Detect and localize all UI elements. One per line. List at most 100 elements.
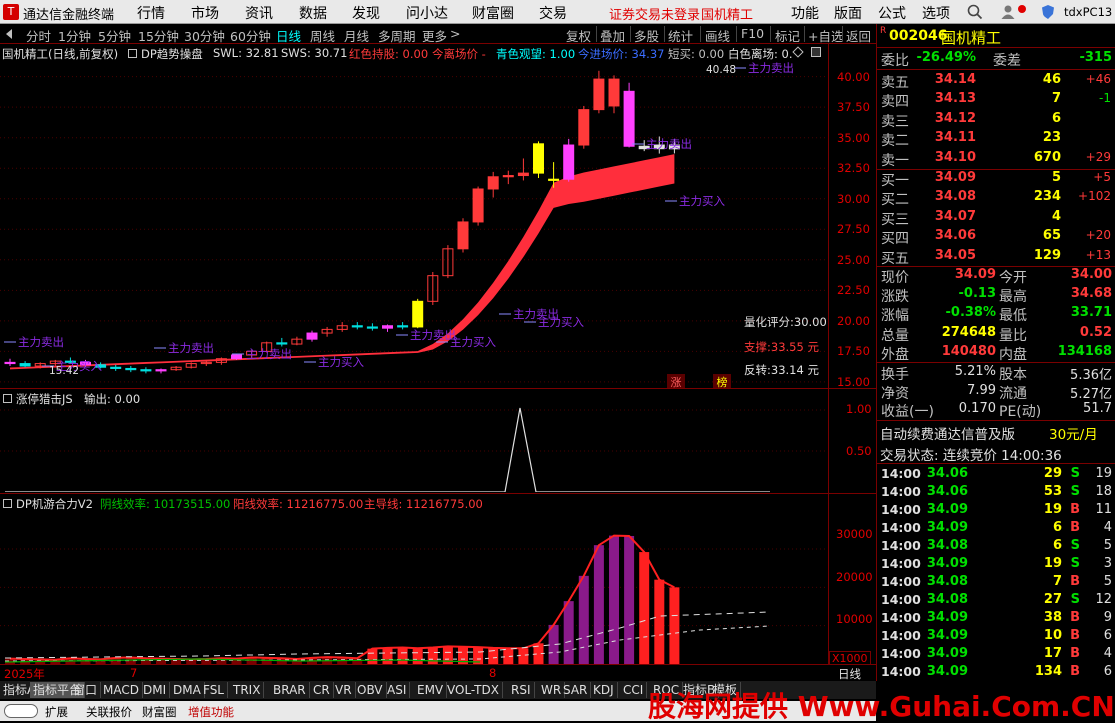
toolbar-button[interactable]: 画线 [705, 26, 730, 45]
bottom-tab[interactable]: TRIX [230, 682, 265, 698]
tick-row[interactable]: 14:00 34.09 10 B 6 [877, 627, 1115, 645]
tab-period[interactable]: 60分钟 [230, 26, 271, 45]
tab-period[interactable]: 1分钟 [58, 26, 91, 45]
tab-period[interactable]: 更多 [422, 26, 447, 45]
menu-item[interactable]: 行情 [137, 3, 165, 23]
tab-wealth-circle[interactable]: 财富圈 [142, 704, 177, 720]
order-book-row[interactable]: 买五 34.05 129 +13 [877, 248, 1115, 267]
bottom-tab[interactable]: BRAR [270, 682, 310, 698]
bottom-tab[interactable]: SAR [560, 682, 592, 698]
order-book-row[interactable]: 卖五 34.14 46 +46 [877, 72, 1115, 91]
order-book-row[interactable]: 买二 34.08 234 +102 [877, 189, 1115, 208]
tab-period[interactable]: 周线 [310, 26, 335, 45]
tick-row[interactable]: 14:00 34.09 6 B 4 [877, 519, 1115, 537]
menu-item-options[interactable]: 选项 [922, 3, 950, 23]
more-arrow-icon[interactable]: > [450, 26, 460, 41]
collapse-left-icon[interactable] [3, 27, 15, 41]
bottom-tab[interactable]: VR [332, 682, 356, 698]
order-book-row[interactable]: 买三 34.07 4 [877, 209, 1115, 228]
ad-text[interactable]: 自动续费通达信普及版 [880, 423, 1015, 443]
shield-icon[interactable] [1040, 4, 1056, 20]
bottom-tab[interactable]: CR [310, 682, 334, 698]
tab-period[interactable]: 30分钟 [184, 26, 225, 45]
menu-item[interactable]: 数据 [299, 3, 327, 23]
order-book-row[interactable]: 买一 34.09 5 +5 [877, 170, 1115, 189]
tab-related-quote[interactable]: 关联报价 [86, 704, 132, 720]
chart-title: 国机精工(日线,前复权) [2, 47, 119, 61]
bottom-tab[interactable]: RSI [508, 682, 535, 698]
limit-up-marker[interactable]: 涨 [667, 374, 685, 389]
menu-item-function[interactable]: 功能 [791, 3, 819, 23]
toolbar-button[interactable]: F10 [741, 26, 764, 41]
toolbar-button[interactable]: 复权 [566, 26, 591, 45]
panel3-title[interactable]: DP机游合力V2 [16, 496, 93, 512]
menu-item[interactable]: 交易 [539, 3, 567, 23]
bottom-tab[interactable]: KDJ [590, 682, 618, 698]
ad-price[interactable]: 30元/月 [1049, 423, 1098, 443]
tick-row[interactable]: 14:00 34.09 134 B 6 [877, 663, 1115, 681]
tick-row[interactable]: 14:00 34.09 19 B 11 [877, 501, 1115, 519]
toolbar-button[interactable]: 统计 [668, 26, 693, 45]
tab-period-active[interactable]: 日线 [276, 26, 301, 45]
rank-marker[interactable]: 榜 [713, 374, 731, 389]
capital-flow-chart[interactable] [0, 512, 828, 664]
tab-period[interactable]: 15分钟 [138, 26, 179, 45]
tab-extend[interactable]: 扩展 [45, 704, 68, 720]
order-book-row[interactable]: 卖二 34.11 23 [877, 130, 1115, 149]
bottom-tab[interactable]: VOL-TDX [444, 682, 503, 698]
menu-item[interactable]: 发现 [352, 3, 380, 23]
bottom-tab[interactable]: FSL [200, 682, 228, 698]
app-logo-icon: T [3, 4, 19, 20]
tab-period[interactable]: 分时 [26, 26, 51, 45]
menu-item[interactable]: 问小达 [406, 3, 448, 23]
tick-row[interactable]: 14:00 34.06 29 S 19 [877, 465, 1115, 483]
bottom-tab[interactable]: DMI [140, 682, 171, 698]
candle-body [397, 325, 409, 328]
tick-row[interactable]: 14:00 34.06 53 S 18 [877, 483, 1115, 501]
order-book-row[interactable]: 卖三 34.12 6 [877, 111, 1115, 130]
indicator-toggle-icon[interactable] [3, 499, 12, 508]
order-book-row[interactable]: 卖一 34.10 670 +29 [877, 150, 1115, 169]
login-notice[interactable]: 证券交易未登录 [609, 4, 700, 23]
bottom-tab[interactable]: 窗口 [70, 682, 102, 698]
menu-item[interactable]: 财富圈 [472, 3, 514, 23]
tab-period[interactable]: 多周期 [378, 26, 416, 45]
user-icon[interactable] [1000, 4, 1016, 20]
menu-item-layout[interactable]: 版面 [834, 3, 862, 23]
toolbar-button[interactable]: 叠加 [600, 26, 625, 45]
stock-code[interactable]: 002046 [889, 28, 947, 44]
tab-period[interactable]: 月线 [344, 26, 369, 45]
toolbar-button[interactable]: +自选 [808, 26, 843, 45]
tick-row[interactable]: 14:00 34.09 38 B 9 [877, 609, 1115, 627]
flow-bar [427, 647, 438, 664]
bottom-tab[interactable]: EMV [414, 682, 448, 698]
panel-close-icon[interactable] [811, 47, 821, 57]
tick-row[interactable]: 14:00 34.08 7 B 5 [877, 573, 1115, 591]
indicator-name[interactable]: DP趋势操盘 [141, 46, 203, 62]
diamond-icon[interactable] [792, 46, 804, 58]
search-icon[interactable] [967, 4, 983, 20]
tick-row[interactable]: 14:00 34.08 27 S 12 [877, 591, 1115, 609]
toolbar-button[interactable]: 标记 [775, 26, 800, 45]
order-book-row[interactable]: 卖四 34.13 7 -1 [877, 91, 1115, 110]
ad-row[interactable]: 自动续费通达信普及版 30元/月 [877, 422, 1115, 443]
menu-item-formula[interactable]: 公式 [878, 3, 906, 23]
bottom-tab[interactable]: MACD [100, 682, 143, 698]
tick-row[interactable]: 14:00 34.09 17 B 4 [877, 645, 1115, 663]
bottom-tab[interactable]: OBV [354, 682, 387, 698]
toolbar-button[interactable]: 多股 [634, 26, 659, 45]
tick-row[interactable]: 14:00 34.08 6 S 5 [877, 537, 1115, 555]
order-book-row[interactable]: 买四 34.06 65 +20 [877, 228, 1115, 247]
toggle-switch[interactable] [4, 704, 38, 718]
tab-period[interactable]: 5分钟 [98, 26, 131, 45]
indicator-toggle-icon[interactable] [128, 49, 137, 58]
tick-row[interactable]: 14:00 34.09 19 S 3 [877, 555, 1115, 573]
bottom-tab[interactable]: CCI [620, 682, 648, 698]
bottom-tab[interactable]: ASI [384, 682, 411, 698]
menu-item[interactable]: 资讯 [245, 3, 273, 23]
stock-name[interactable]: 国机精工 [941, 27, 1001, 48]
limit-up-indicator-chart[interactable] [0, 394, 828, 492]
toolbar-button[interactable]: 返回 [846, 26, 871, 45]
tab-value-added[interactable]: 增值功能 [188, 704, 234, 720]
menu-item[interactable]: 市场 [191, 3, 219, 23]
